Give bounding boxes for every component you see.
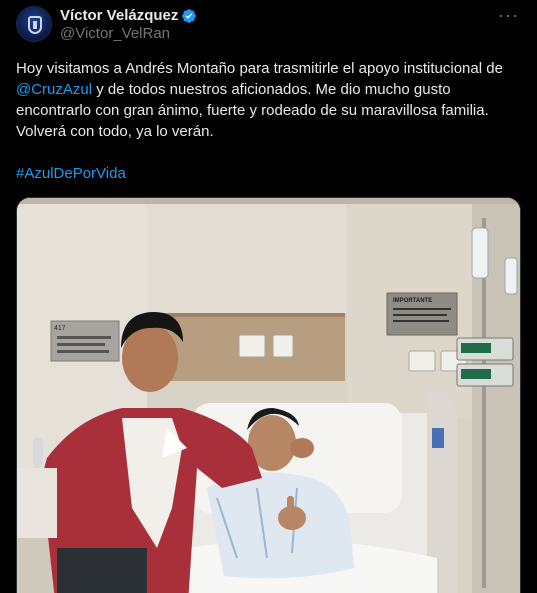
mention-link[interactable]: @CruzAzul (16, 81, 92, 98)
hospital-room-photo: 417 IMPORTANTE (17, 198, 520, 593)
tweet-text: Hoy visitamos a Andrés Montaño para tras… (16, 58, 521, 142)
author-handle[interactable]: @Victor_VelRan (60, 25, 197, 43)
hashtag-link[interactable]: #AzulDePorVida (16, 165, 126, 182)
verified-badge-icon[interactable] (181, 8, 197, 24)
tweet-card[interactable]: Víctor Velázquez @Victor_VelRan ··· Hoy … (0, 0, 537, 593)
display-name-row: Víctor Velázquez (60, 7, 197, 25)
author-names: Víctor Velázquez @Victor_VelRan (60, 7, 197, 43)
more-options-icon[interactable]: ··· (498, 6, 519, 24)
display-name[interactable]: Víctor Velázquez (60, 7, 178, 25)
team-crest-icon (28, 16, 42, 34)
room-number-text: 417 (54, 325, 66, 332)
hashtag-line: #AzulDePorVida (16, 163, 521, 184)
tweet-photo[interactable]: 417 IMPORTANTE (16, 197, 521, 593)
tweet-header: Víctor Velázquez @Victor_VelRan (16, 6, 521, 46)
important-sign-text: IMPORTANTE (393, 298, 432, 304)
avatar[interactable] (16, 6, 52, 42)
tweet-text-part1: Hoy visitamos a Andrés Montaño para tras… (16, 60, 503, 77)
